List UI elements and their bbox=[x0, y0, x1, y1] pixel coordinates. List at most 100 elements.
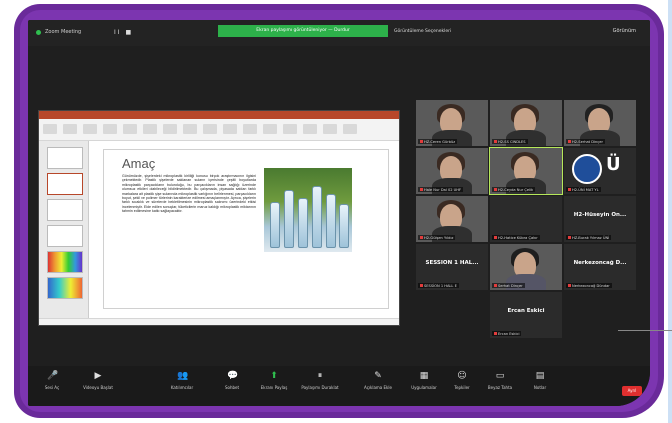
participant-tile[interactable]: Ercan Eskici Ercan Eskici bbox=[490, 292, 562, 338]
participants-icon: 👥 bbox=[177, 371, 189, 381]
microphone-icon: 🎤 bbox=[47, 371, 59, 381]
shield-icon bbox=[36, 29, 41, 35]
participant-label: H2-Ceyda Nur Çelik bbox=[492, 187, 536, 192]
mic-muted-icon bbox=[568, 284, 571, 287]
leave-button[interactable]: Ayrıl bbox=[622, 386, 642, 396]
ribbon-button[interactable] bbox=[203, 124, 217, 134]
meeting-toolbar: 🎤 Sesi Aç ▶ Videoyu Başlat 👥 Katılımcıla… bbox=[28, 366, 650, 406]
whiteboard-icon: ▭ bbox=[495, 371, 505, 381]
ribbon-button[interactable] bbox=[123, 124, 137, 134]
participant-label: H2-ÜNİ MAT YL bbox=[566, 187, 601, 192]
apps-button[interactable]: ▦ Uygulamalar bbox=[404, 372, 444, 391]
participant-label: Serhat Dinçer bbox=[492, 283, 525, 288]
participant-name: Nerkezoncağ D... bbox=[573, 260, 627, 266]
ribbon-button[interactable] bbox=[243, 124, 257, 134]
meeting-info[interactable]: Zoom Meeting bbox=[36, 29, 81, 35]
participant-label: Nerkezoncağ Dündar bbox=[566, 283, 612, 288]
participant-tile[interactable]: HZ-Ceren Gürbüz bbox=[416, 100, 488, 146]
participant-label: SESSİON 1 HALL E bbox=[418, 283, 459, 288]
participant-tile[interactable]: Nerkezoncağ D... Nerkezoncağ Dündar bbox=[564, 244, 636, 290]
share-screen-icon: ⬆ bbox=[270, 371, 278, 381]
annotate-icon: ✎ bbox=[374, 371, 382, 381]
slide-thumbnails bbox=[39, 141, 89, 319]
participant-tile[interactable]: H2-Serhat Dinçer bbox=[564, 100, 636, 146]
notes-button[interactable]: ▤ Notlar bbox=[520, 371, 560, 391]
ribbon-button[interactable] bbox=[323, 124, 337, 134]
zoom-topbar: Zoom Meeting II ■ Ekran paylaşımı görünt… bbox=[28, 20, 650, 46]
participant-label: H2-SS CINDLES bbox=[492, 139, 528, 144]
slide-body: Günümüzde, şişelerdeki mikroplastik kirl… bbox=[122, 174, 256, 214]
view-button[interactable]: Görünüm bbox=[613, 28, 636, 34]
ribbon-button[interactable] bbox=[103, 124, 117, 134]
participants-button[interactable]: 👥 Katılımcılar bbox=[162, 371, 202, 391]
view-options-button[interactable]: Görüntüleme Seçenekleri bbox=[394, 26, 464, 37]
university-logo-icon bbox=[572, 154, 602, 184]
bottles-image bbox=[264, 168, 352, 252]
ribbon-button[interactable] bbox=[343, 124, 357, 134]
participant-name: Ercan Eskici bbox=[507, 308, 545, 314]
start-video-button[interactable]: ▶ Videoyu Başlat bbox=[78, 371, 118, 391]
share-screen-button[interactable]: ⬆ Ekranı Paylaş bbox=[254, 371, 294, 391]
slide-thumbnail[interactable] bbox=[47, 147, 83, 169]
participant-name: SESSİON 1 HAL... bbox=[425, 260, 479, 266]
mic-muted-icon bbox=[494, 188, 497, 191]
mic-muted-icon bbox=[420, 140, 423, 143]
bottle-shape bbox=[312, 186, 322, 248]
whiteboard-button[interactable]: ▭ Beyaz Tahta bbox=[480, 371, 520, 391]
mic-muted-icon bbox=[494, 236, 497, 239]
shared-screen: Amaç Günümüzde, şişelerdeki mikroplastik… bbox=[38, 110, 400, 326]
participant-tile[interactable]: Ü H2-ÜNİ MAT YL bbox=[564, 148, 636, 194]
participant-label: H2-Hatice Kübra Çakır bbox=[492, 235, 540, 240]
participant-tile[interactable]: SESSİON 1 HAL... SESSİON 1 HALL E bbox=[416, 244, 488, 290]
powerpoint-titlebar bbox=[39, 111, 399, 119]
participant-tile-active-speaker[interactable]: H2-Ceyda Nur Çelik bbox=[489, 147, 563, 195]
pause-share-button[interactable]: ⏸ Paylaşımı Duraklat bbox=[300, 372, 340, 391]
participant-tile[interactable]: Hale Nur Dal 02 UHF bbox=[416, 148, 488, 194]
mute-button[interactable]: 🎤 Sesi Aç bbox=[32, 371, 72, 391]
reactions-button[interactable]: ☺ Tepkiler bbox=[442, 372, 482, 391]
slide-thumbnail[interactable] bbox=[47, 225, 83, 247]
mic-muted-icon bbox=[568, 236, 571, 239]
chat-icon: 💬 bbox=[227, 371, 239, 381]
ribbon-button[interactable] bbox=[223, 124, 237, 134]
participant-label: HZ-Burak Yılmaz ÜNİ bbox=[566, 235, 612, 240]
slide-thumbnail-selected[interactable] bbox=[47, 173, 83, 195]
share-controls[interactable]: II ■ bbox=[114, 29, 133, 36]
slide-thumbnail[interactable] bbox=[47, 277, 83, 299]
ribbon-button[interactable] bbox=[183, 124, 197, 134]
annotate-button[interactable]: ✎ Açıklama Ekle bbox=[358, 371, 398, 391]
participant-tile[interactable]: Serhat Dinçer bbox=[490, 244, 562, 290]
mic-muted-icon bbox=[494, 284, 497, 287]
bottle-shape bbox=[298, 198, 308, 248]
participant-name: H2-Hüseyin On... bbox=[573, 212, 627, 218]
ribbon-button[interactable] bbox=[63, 124, 77, 134]
slide-thumbnail[interactable] bbox=[47, 251, 83, 273]
powerpoint-statusbar bbox=[39, 318, 399, 325]
mic-muted-icon bbox=[420, 284, 423, 287]
chat-button[interactable]: 💬 Sohbet bbox=[212, 371, 252, 391]
participant-label: Ercan Eskici bbox=[492, 331, 522, 336]
mic-muted-icon bbox=[568, 140, 571, 143]
participant-tile[interactable]: H2-Hüseyin On... HZ-Burak Yılmaz ÜNİ bbox=[564, 196, 636, 242]
participant-tile[interactable]: H2-SS CINDLES bbox=[490, 100, 562, 146]
ribbon-button[interactable] bbox=[143, 124, 157, 134]
ribbon-button[interactable] bbox=[303, 124, 317, 134]
ribbon-button[interactable] bbox=[43, 124, 57, 134]
bottle-shape bbox=[326, 194, 336, 248]
screenshot-frame: Zoom Meeting II ■ Ekran paylaşımı görünt… bbox=[0, 0, 672, 423]
ribbon-button[interactable] bbox=[163, 124, 177, 134]
participant-tile[interactable]: H2-Hatice Kübra Çakır bbox=[490, 196, 562, 242]
ribbon-button[interactable] bbox=[83, 124, 97, 134]
ribbon-button[interactable] bbox=[283, 124, 297, 134]
current-slide: Amaç Günümüzde, şişelerdeki mikroplastik… bbox=[103, 149, 389, 309]
share-banner[interactable]: Ekran paylaşımı görüntüleniyor — Durdur bbox=[218, 25, 388, 37]
slide-thumbnail[interactable] bbox=[47, 199, 83, 221]
ribbon-button[interactable] bbox=[263, 124, 277, 134]
participant-tile[interactable]: H2-Gülşen Yıldız bbox=[416, 196, 488, 242]
slide-title: Amaç bbox=[122, 156, 156, 171]
mic-muted-icon bbox=[420, 188, 423, 191]
participant-label: H2-Serhat Dinçer bbox=[566, 139, 605, 144]
video-icon: ▶ bbox=[94, 371, 102, 381]
meeting-name: Zoom Meeting bbox=[45, 29, 82, 35]
notes-icon: ▤ bbox=[535, 371, 545, 381]
